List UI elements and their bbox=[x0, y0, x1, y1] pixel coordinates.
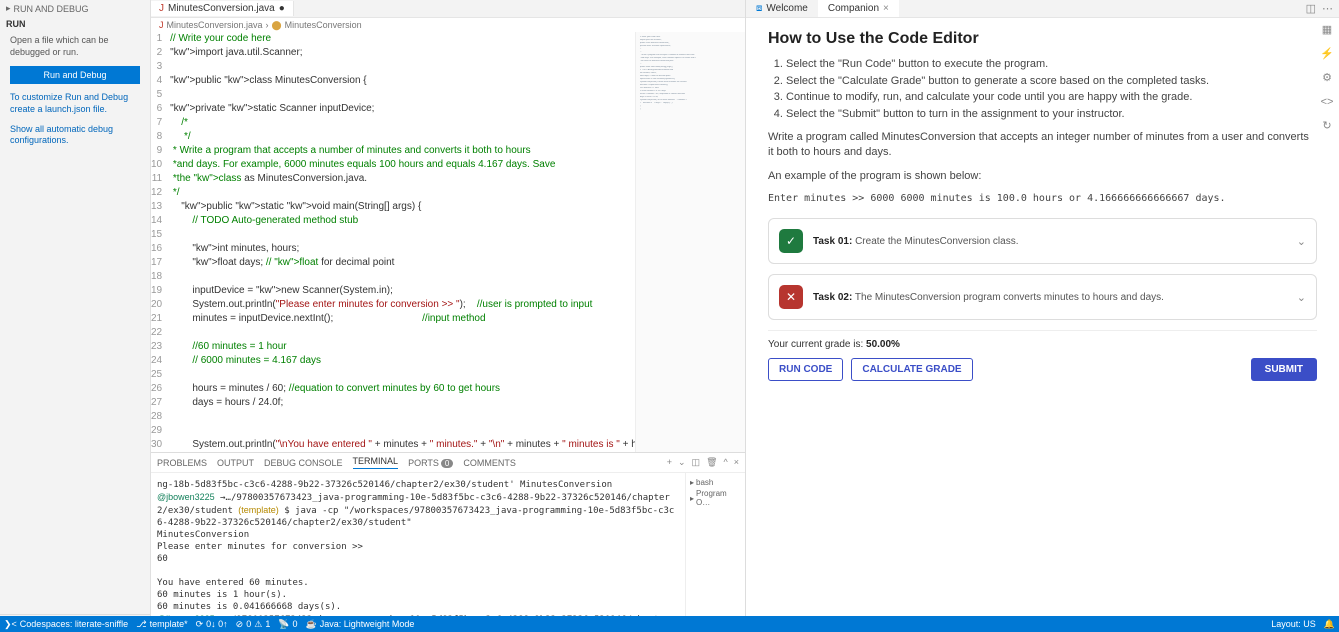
terminal-output[interactable]: ng-18b-5d83f5bc-c3c6-4288-9b22-37326c520… bbox=[151, 473, 685, 632]
tab-ports[interactable]: PORTS0 bbox=[408, 458, 453, 468]
grade-label: Your current grade is: 50.00% bbox=[768, 339, 900, 350]
companion-panel: ⧈Welcome Companion × ◫ ⋯ ▦ ⚡ ⚙ <> ↻ How … bbox=[745, 0, 1339, 632]
instruction-list: Select the "Run Code" button to execute … bbox=[768, 56, 1317, 122]
run-debug-sidebar: ▸ RUN AND DEBUG RUN Open a file which ca… bbox=[0, 0, 151, 632]
vscode-icon: ⧈ bbox=[756, 3, 762, 14]
task-1-card[interactable]: ✓ Task 01: Create the MinutesConversion … bbox=[768, 218, 1317, 264]
tab-output[interactable]: OUTPUT bbox=[217, 458, 254, 468]
step-4: Select the "Submit" button to turn in th… bbox=[786, 106, 1317, 123]
terminal-bash[interactable]: ▸ bash bbox=[690, 477, 741, 488]
tab-problems[interactable]: PROBLEMS bbox=[157, 458, 207, 468]
trash-icon[interactable]: 🗑 bbox=[706, 457, 717, 468]
page-title: How to Use the Code Editor bbox=[768, 30, 1317, 48]
show-all-configs-link[interactable]: Show all automatic debug configurations. bbox=[0, 120, 150, 151]
code-editor[interactable]: 1234567891011121314151617181920212223242… bbox=[151, 32, 635, 452]
close-icon[interactable]: × bbox=[883, 3, 889, 14]
maximize-icon[interactable]: ^ bbox=[724, 457, 728, 468]
more-icon[interactable]: ⋯ bbox=[1322, 2, 1333, 15]
lightning-icon[interactable]: ⚡ bbox=[1319, 46, 1335, 62]
tab-comments[interactable]: COMMENTS bbox=[463, 458, 516, 468]
tab-minutesconversion[interactable]: J MinutesConversion.java ● bbox=[151, 1, 294, 16]
cross-icon: ✕ bbox=[779, 285, 803, 309]
task-2-card[interactable]: ✕ Task 02: The MinutesConversion program… bbox=[768, 274, 1317, 320]
tab-welcome[interactable]: ⧈Welcome bbox=[746, 0, 818, 17]
right-iconbar: ▦ ⚡ ⚙ <> ↻ bbox=[1319, 22, 1335, 134]
status-notifications-icon[interactable]: 🔔 bbox=[1324, 619, 1335, 630]
open-file-desc: Open a file which can be debugged or run… bbox=[0, 31, 150, 62]
tab-debug-console[interactable]: DEBUG CONSOLE bbox=[264, 458, 343, 468]
example-output: Enter minutes >> 6000 6000 minutes is 10… bbox=[768, 192, 1317, 206]
toc-icon[interactable]: ▦ bbox=[1319, 22, 1335, 38]
calculate-grade-button[interactable]: CALCULATE GRADE bbox=[851, 358, 972, 381]
step-3: Continue to modify, run, and calculate y… bbox=[786, 89, 1317, 106]
status-ports[interactable]: 📡 0 bbox=[278, 619, 297, 630]
run-debug-title: RUN AND DEBUG bbox=[14, 4, 89, 14]
check-icon: ✓ bbox=[779, 229, 803, 253]
status-java[interactable]: ☕ Java: Lightweight Mode bbox=[306, 619, 415, 630]
run-and-debug-button[interactable]: Run and Debug bbox=[10, 66, 140, 84]
chevron-down-icon[interactable]: ⌄ bbox=[1297, 235, 1306, 248]
run-debug-header: ▸ RUN AND DEBUG bbox=[0, 0, 150, 17]
terminal-tabs: PROBLEMS OUTPUT DEBUG CONSOLE TERMINAL P… bbox=[151, 453, 745, 473]
chevron-down-icon[interactable]: ⌄ bbox=[678, 457, 686, 468]
submit-button[interactable]: SUBMIT bbox=[1251, 358, 1317, 381]
step-1: Select the "Run Code" button to execute … bbox=[786, 56, 1317, 73]
breadcrumb[interactable]: J MinutesConversion.java › ⬤ MinutesConv… bbox=[151, 18, 745, 32]
code-icon[interactable]: <> bbox=[1319, 94, 1335, 110]
status-codespaces[interactable]: ❯< Codespaces: literate-sniffle bbox=[4, 619, 128, 630]
chevron-down-icon[interactable]: ⌄ bbox=[1297, 291, 1306, 304]
line-gutter: 1234567891011121314151617181920212223242… bbox=[151, 32, 170, 452]
tab-terminal[interactable]: TERMINAL bbox=[353, 456, 399, 469]
step-2: Select the "Calculate Grade" button to g… bbox=[786, 73, 1317, 90]
tab-companion[interactable]: Companion × bbox=[818, 0, 899, 17]
gear-icon[interactable]: ⚙ bbox=[1319, 70, 1335, 86]
status-branch[interactable]: ⎇ template* bbox=[136, 619, 187, 630]
minimap[interactable]: // Write your code hereimport java.util.… bbox=[635, 32, 745, 452]
example-intro: An example of the program is shown below… bbox=[768, 169, 1317, 184]
assignment-desc: Write a program called MinutesConversion… bbox=[768, 130, 1317, 161]
terminal-sidebar: ▸ bash ▸ Program O… bbox=[685, 473, 745, 632]
status-errors[interactable]: ⊘ 0 ⚠ 1 bbox=[236, 619, 271, 630]
status-sync[interactable]: ⟳ 0↓ 0↑ bbox=[196, 619, 228, 630]
customize-link[interactable]: To customize Run and Debug create a laun… bbox=[0, 88, 150, 119]
split-editor-icon[interactable]: ◫ bbox=[1306, 2, 1316, 15]
code-content[interactable]: // Write your code here "kw">import java… bbox=[170, 32, 635, 452]
editor-region: J MinutesConversion.java ● J MinutesConv… bbox=[151, 0, 745, 632]
modified-indicator: ● bbox=[279, 3, 285, 14]
right-tabs: ⧈Welcome Companion × ◫ ⋯ bbox=[746, 0, 1339, 18]
split-terminal-icon[interactable]: ◫ bbox=[692, 457, 701, 468]
close-icon[interactable]: × bbox=[734, 457, 739, 468]
terminal-panel: PROBLEMS OUTPUT DEBUG CONSOLE TERMINAL P… bbox=[151, 452, 745, 632]
status-bar: ❯< Codespaces: literate-sniffle ⎇ templa… bbox=[0, 616, 1339, 632]
refresh-icon[interactable]: ↻ bbox=[1319, 118, 1335, 134]
new-terminal-icon[interactable]: + bbox=[667, 457, 672, 468]
chevron-icon: ▸ bbox=[6, 3, 11, 14]
run-section-label: RUN bbox=[0, 17, 150, 31]
terminal-program[interactable]: ▸ Program O… bbox=[690, 488, 741, 508]
editor-tabs: J MinutesConversion.java ● bbox=[151, 0, 745, 18]
class-icon: ⬤ bbox=[272, 20, 282, 31]
java-file-icon: J bbox=[159, 20, 164, 30]
java-file-icon: J bbox=[159, 3, 164, 14]
status-layout[interactable]: Layout: US bbox=[1271, 619, 1316, 630]
run-code-button[interactable]: RUN CODE bbox=[768, 358, 843, 381]
